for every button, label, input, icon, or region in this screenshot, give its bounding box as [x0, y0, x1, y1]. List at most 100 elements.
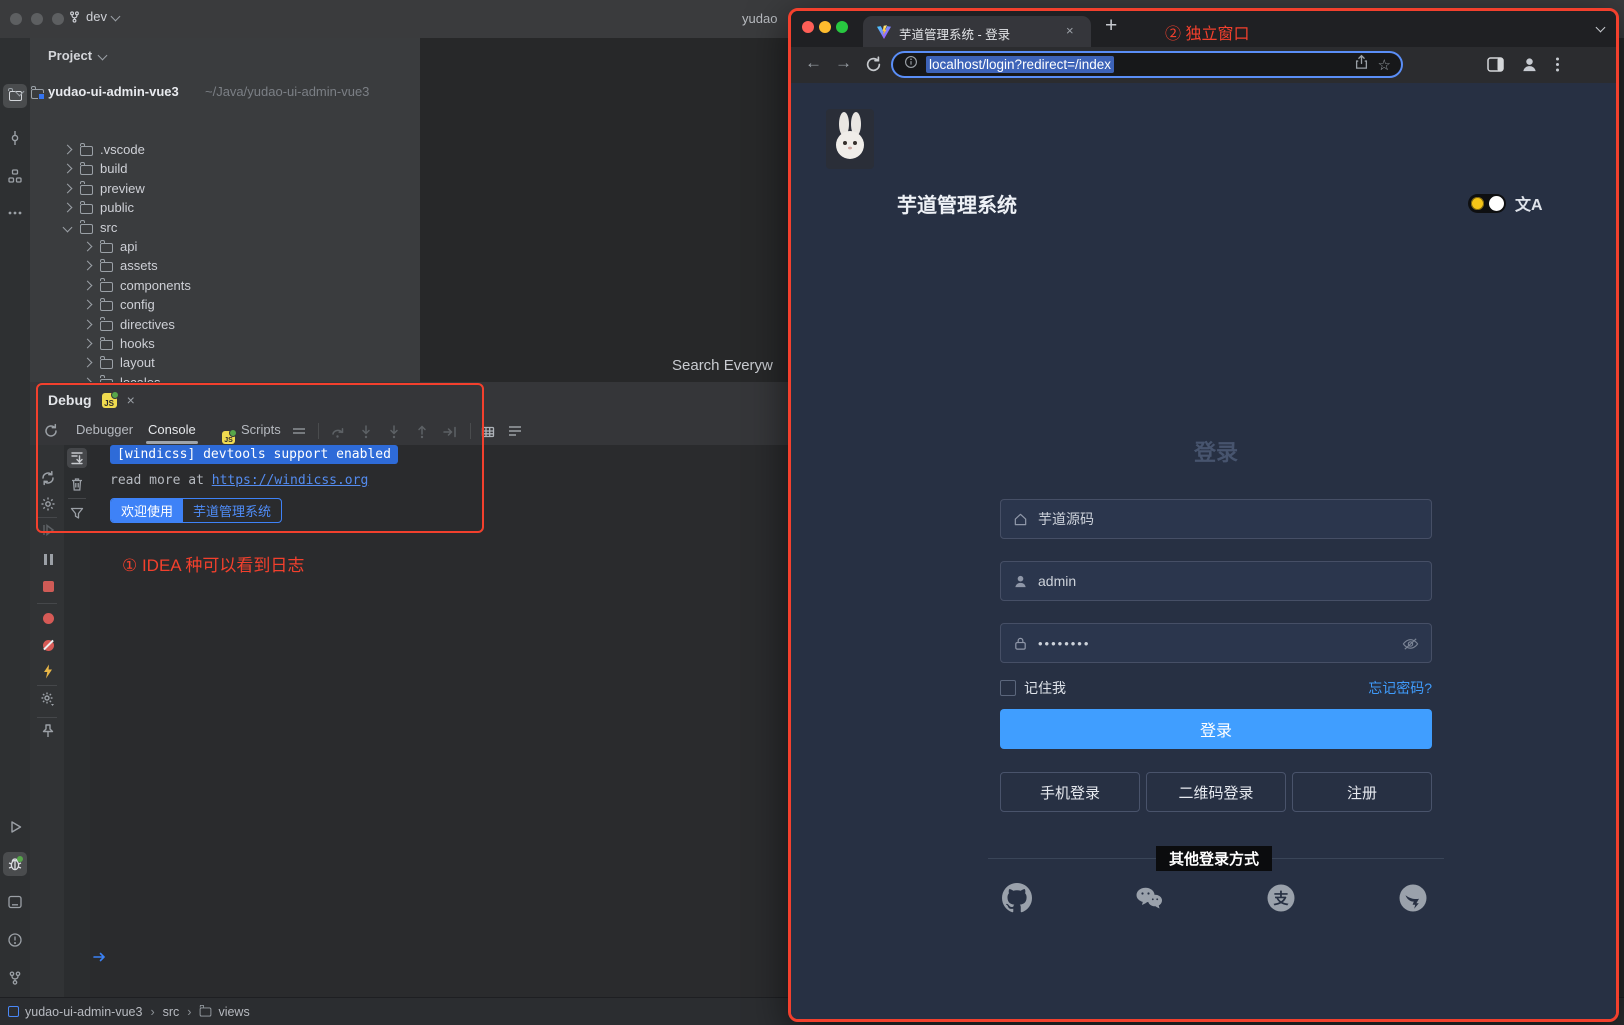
structure-icon: [7, 168, 23, 184]
tree-item[interactable]: assets: [30, 256, 420, 275]
git-branch-widget[interactable]: dev: [68, 9, 119, 24]
browser-menu-icon[interactable]: [1556, 63, 1559, 66]
tree-item[interactable]: build: [30, 159, 420, 178]
address-bar[interactable]: localhost/login?redirect=/index ☆: [891, 51, 1403, 78]
stop-icon[interactable]: [39, 577, 57, 595]
wechat-icon[interactable]: [1134, 883, 1164, 913]
window-close-button[interactable]: [10, 13, 22, 25]
breadcrumb-src[interactable]: src: [163, 1005, 180, 1019]
divider: [37, 685, 57, 686]
tree-item[interactable]: src: [30, 218, 420, 237]
project-tree: .vscode build preview public src api ass…: [30, 38, 420, 382]
tree-item[interactable]: layout: [30, 353, 420, 372]
tree-item[interactable]: hooks: [30, 334, 420, 353]
tab-close-icon[interactable]: ×: [1066, 23, 1074, 38]
username-input[interactable]: admin: [1000, 561, 1432, 601]
forgot-password-link[interactable]: 忘记密码?: [1368, 678, 1432, 698]
github-icon[interactable]: [1002, 883, 1032, 913]
login-button[interactable]: 登录: [1000, 709, 1432, 749]
breadcrumb-views[interactable]: views: [218, 1005, 249, 1019]
browser-zoom-button[interactable]: [836, 21, 848, 33]
options-icon[interactable]: [292, 425, 306, 440]
theme-toggle[interactable]: [1468, 194, 1506, 213]
step-over-icon[interactable]: [330, 424, 346, 443]
pin-icon[interactable]: [39, 722, 57, 740]
step-into-icon[interactable]: [358, 424, 374, 443]
breadcrumb-project[interactable]: yudao-ui-admin-vue3: [25, 1005, 142, 1019]
new-tab-button[interactable]: +: [1105, 14, 1117, 38]
reload-icon[interactable]: [865, 56, 882, 78]
language-icon[interactable]: 文A: [1515, 191, 1543, 215]
rerun-icon[interactable]: [43, 423, 59, 442]
filter-icon[interactable]: [67, 503, 87, 523]
share-icon[interactable]: [1354, 54, 1369, 75]
tree-item[interactable]: config: [30, 295, 420, 314]
console-prompt-arrow-icon[interactable]: [93, 950, 107, 968]
resume-paused-icon[interactable]: [39, 521, 57, 539]
settings-gear-dropdown-icon[interactable]: [39, 690, 57, 708]
tab-console[interactable]: Console: [148, 422, 196, 437]
clear-console-trash-icon[interactable]: [67, 474, 87, 494]
bookmark-star-icon[interactable]: ☆: [1378, 56, 1391, 74]
scroll-to-end-icon[interactable]: [67, 448, 87, 468]
console-output-area[interactable]: [90, 445, 788, 997]
browser-close-button[interactable]: [802, 21, 814, 33]
sidebar-item-terminal[interactable]: [3, 890, 27, 914]
console-link[interactable]: https://windicss.org: [212, 473, 369, 488]
sidebar-item-debug[interactable]: [3, 852, 27, 876]
side-panel-icon[interactable]: [1487, 57, 1504, 77]
tree-item[interactable]: components: [30, 276, 420, 295]
project-widget-icon[interactable]: [8, 1006, 19, 1017]
tab-debugger[interactable]: Debugger: [76, 422, 133, 437]
sidebar-item-git[interactable]: [3, 966, 27, 990]
register-button[interactable]: 注册: [1292, 772, 1432, 812]
profile-avatar-icon[interactable]: [1520, 55, 1539, 79]
window-zoom-button[interactable]: [52, 13, 64, 25]
tab-scripts[interactable]: Scripts: [241, 422, 281, 437]
sidebar-item-structure[interactable]: [3, 164, 27, 188]
sidebar-item-more[interactable]: [3, 201, 27, 225]
settings-gear-icon[interactable]: [39, 495, 57, 513]
tree-item[interactable]: preview: [30, 179, 420, 198]
site-info-icon[interactable]: [904, 55, 918, 74]
back-icon[interactable]: ←: [805, 53, 822, 73]
browser-tab[interactable]: 芋道管理系统 - 登录 ×: [863, 16, 1091, 47]
sidebar-item-problems[interactable]: [3, 928, 27, 952]
tree-item[interactable]: public: [30, 198, 420, 217]
pause-icon[interactable]: [39, 550, 57, 568]
step-out-icon[interactable]: [414, 424, 430, 443]
remember-checkbox[interactable]: [1000, 680, 1016, 696]
tree-item[interactable]: .vscode: [30, 140, 420, 159]
js-file-icon[interactable]: JS: [102, 393, 117, 408]
password-input[interactable]: ••••••••: [1000, 623, 1432, 663]
hot-reload-icon[interactable]: [39, 662, 57, 680]
browser-minimize-button[interactable]: [819, 21, 831, 33]
layout-grid-icon[interactable]: [480, 424, 496, 443]
tenant-input[interactable]: 芋道源码: [1000, 499, 1432, 539]
chevron-icon: [83, 358, 93, 368]
qrcode-login-button[interactable]: 二维码登录: [1146, 772, 1286, 812]
soft-wrap-icon[interactable]: [508, 425, 522, 440]
console-line-highlighted[interactable]: [windicss] devtools support enabled: [110, 447, 398, 462]
forward-icon[interactable]: →: [835, 53, 852, 73]
url-text-selected[interactable]: localhost/login?redirect=/index: [926, 56, 1114, 73]
tree-item[interactable]: locales: [30, 373, 420, 382]
divider: [37, 717, 57, 718]
mobile-login-button[interactable]: 手机登录: [1000, 772, 1140, 812]
sidebar-item-commit[interactable]: [3, 126, 27, 150]
dingtalk-icon[interactable]: [1398, 883, 1428, 913]
resume-program-icon[interactable]: [39, 469, 57, 487]
sidebar-item-run[interactable]: [3, 815, 27, 839]
run-to-cursor-icon[interactable]: [442, 424, 458, 443]
mute-breakpoints-icon[interactable]: [39, 636, 57, 654]
window-minimize-button[interactable]: [31, 13, 43, 25]
tree-item[interactable]: api: [30, 237, 420, 256]
force-step-into-icon[interactable]: [386, 424, 402, 443]
close-icon[interactable]: ×: [127, 392, 135, 408]
alipay-icon[interactable]: 支: [1266, 883, 1296, 913]
eye-off-icon[interactable]: [1402, 636, 1419, 651]
username-value: admin: [1038, 573, 1419, 589]
view-breakpoints-icon[interactable]: [39, 609, 57, 627]
tab-search-chevron-icon[interactable]: [1596, 23, 1606, 33]
tree-item[interactable]: directives: [30, 315, 420, 334]
